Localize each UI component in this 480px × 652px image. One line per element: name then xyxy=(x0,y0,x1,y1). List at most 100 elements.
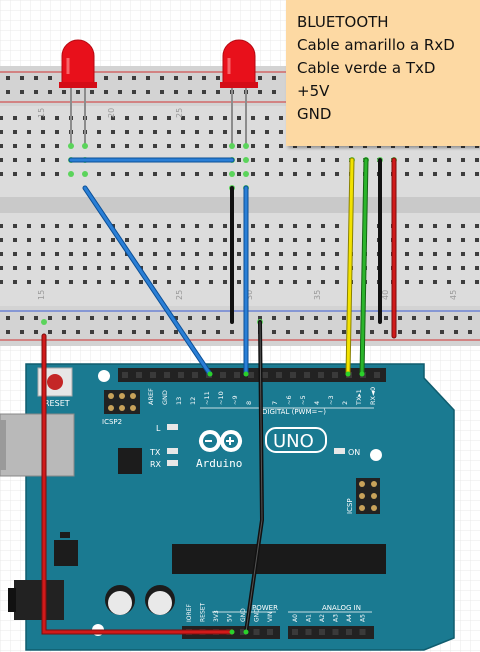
breadboard-hole xyxy=(41,224,45,228)
breadboard-hole xyxy=(0,130,3,134)
breadboard-hole xyxy=(20,76,24,80)
breadboard-hole xyxy=(279,266,283,270)
breadboard-hole xyxy=(69,252,73,256)
breadboard-hole xyxy=(55,238,59,242)
breadboard-hole xyxy=(265,224,269,228)
breadboard-hole xyxy=(104,316,108,320)
breadboard-hole xyxy=(475,280,479,284)
breadboard-hole xyxy=(132,90,136,94)
breadboard-hole xyxy=(195,252,199,256)
header-pin xyxy=(332,372,338,378)
breadboard-hole xyxy=(195,116,199,120)
breadboard-hole xyxy=(97,280,101,284)
breadboard-hole xyxy=(223,224,227,228)
breadboard-hole xyxy=(76,316,80,320)
header-pin xyxy=(359,629,366,635)
breadboard-hole xyxy=(454,316,458,320)
column-number: 40 xyxy=(381,290,390,300)
breadboard-hole xyxy=(13,130,17,134)
breadboard-hole xyxy=(69,238,73,242)
breadboard-hole xyxy=(307,158,311,162)
breadboard-hole xyxy=(419,266,423,270)
breadboard-hole xyxy=(237,280,241,284)
breadboard-hole xyxy=(0,266,3,270)
breadboard-hole xyxy=(216,76,220,80)
breadboard-hole xyxy=(209,224,213,228)
breadboard-hole xyxy=(230,330,234,334)
breadboard-hole xyxy=(209,172,213,176)
breadboard-hole xyxy=(461,158,465,162)
breadboard-hole xyxy=(27,224,31,228)
breadboard-hole xyxy=(181,266,185,270)
breadboard-hole xyxy=(146,76,150,80)
usb-chip xyxy=(118,448,142,474)
breadboard-hole xyxy=(419,280,423,284)
breadboard-hole xyxy=(475,266,479,270)
breadboard-hole xyxy=(97,172,101,176)
breadboard-hole xyxy=(223,266,227,270)
led-on-label: ON xyxy=(348,448,360,457)
breadboard-hole xyxy=(146,316,150,320)
breadboard-hole xyxy=(48,76,52,80)
header-pin xyxy=(290,372,296,378)
breadboard-hole xyxy=(370,330,374,334)
breadboard-hole xyxy=(90,316,94,320)
breadboard-hole xyxy=(335,266,339,270)
breadboard-hole xyxy=(181,130,185,134)
breadboard-hole xyxy=(300,316,304,320)
breadboard-hole xyxy=(293,224,297,228)
breadboard-hole xyxy=(335,172,339,176)
note-line-5v: +5V xyxy=(297,82,330,100)
breadboard-hole xyxy=(76,330,80,334)
breadboard-hole xyxy=(209,130,213,134)
breadboard-hole xyxy=(13,224,17,228)
breadboard-hole xyxy=(209,252,213,256)
breadboard-hole xyxy=(0,144,3,148)
column-number: 25 xyxy=(175,290,184,300)
icsp2-header xyxy=(104,390,140,414)
breadboard-hole xyxy=(216,330,220,334)
breadboard-hole xyxy=(440,330,444,334)
breadboard-hole xyxy=(139,172,143,176)
breadboard-hole xyxy=(279,280,283,284)
breadboard-hole xyxy=(321,224,325,228)
breadboard-hole xyxy=(321,158,325,162)
breadboard-hole xyxy=(20,316,24,320)
breadboard-hole xyxy=(384,316,388,320)
breadboard-hole xyxy=(6,330,10,334)
breadboard-hole xyxy=(461,252,465,256)
breadboard-hole xyxy=(111,144,115,148)
breadboard-hole xyxy=(55,266,59,270)
breadboard-hole xyxy=(125,266,129,270)
breadboard-hole xyxy=(314,316,318,320)
breadboard-hole xyxy=(118,76,122,80)
breadboard-hole xyxy=(223,172,227,176)
header-pin xyxy=(305,629,312,635)
breadboard-hole xyxy=(258,76,262,80)
breadboard-hole xyxy=(202,316,206,320)
breadboard-hole xyxy=(433,252,437,256)
breadboard-hole xyxy=(475,172,479,176)
led-on xyxy=(334,448,345,454)
breadboard-hole xyxy=(83,280,87,284)
breadboard-hole xyxy=(55,144,59,148)
breadboard-hole xyxy=(174,76,178,80)
breadboard-hole xyxy=(160,316,164,320)
breadboard-hole xyxy=(97,266,101,270)
reset-button-cap[interactable] xyxy=(47,374,63,390)
breadboard-hole xyxy=(195,172,199,176)
breadboard-hole xyxy=(34,330,38,334)
regulator xyxy=(54,540,78,566)
breadboard-hole xyxy=(237,266,241,270)
breadboard-hole xyxy=(251,238,255,242)
breadboard-hole xyxy=(188,330,192,334)
breadboard-hole xyxy=(104,330,108,334)
header-pin xyxy=(192,372,198,378)
breadboard-hole xyxy=(419,172,423,176)
breadboard-hole xyxy=(27,158,31,162)
power-jack xyxy=(14,580,64,620)
breadboard-hole xyxy=(55,224,59,228)
breadboard-hole xyxy=(300,330,304,334)
breadboard-hole xyxy=(412,316,416,320)
led-tx xyxy=(167,448,178,454)
